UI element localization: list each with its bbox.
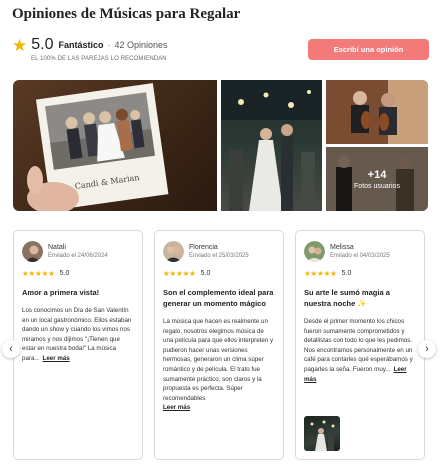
review-author: Florencia: [189, 243, 218, 251]
gallery-photo-polaroid[interactable]: Candi & Marian: [13, 80, 217, 211]
chevron-right-icon: ›: [425, 343, 429, 355]
review-card[interactable]: Natali Enviado el 24/06/2024 ★★★★★ 5.0 A…: [13, 230, 143, 460]
rating-stars-icon: ★★★★★: [22, 269, 55, 278]
avatar: [22, 240, 43, 262]
review-card[interactable]: Melissa Enviado el 04/03/2025 ★★★★★ 5.0 …: [295, 230, 425, 460]
separator-dot: ·: [107, 40, 111, 50]
rating-summary: ★ 5.0 Fantástico · 42 Opiniones: [12, 36, 168, 54]
gallery-more-photos[interactable]: +14 Fotos usuarios: [326, 147, 428, 211]
rating-stars-icon: ★★★★★: [304, 269, 337, 278]
photo-gallery: Candi & Marian +14 Fotos usuarios: [13, 80, 428, 211]
recommend-text: EL 100% DE LAS PAREJAS LO RECOMIENDAN: [31, 56, 167, 62]
review-title: Su arte le sumó magia a nuestra noche ✨: [304, 288, 390, 308]
review-card[interactable]: Florencia Enviado el 25/03/2025 ★★★★★ 5.…: [154, 230, 284, 460]
review-photo-thumbnail[interactable]: [304, 416, 340, 451]
carousel-next-button[interactable]: ›: [418, 340, 436, 358]
carousel-prev-button[interactable]: ‹: [2, 340, 20, 358]
review-count: 42 Opiniones: [114, 40, 168, 50]
gallery-photo-musicians[interactable]: [326, 80, 428, 144]
review-author: Natali: [48, 243, 66, 251]
polaroid-photo-icon: Candi & Marian: [27, 83, 169, 211]
more-photos-overlay: +14 Fotos usuarios: [326, 147, 428, 211]
rating-stars-icon: ★★★★★: [163, 269, 196, 278]
read-more-link[interactable]: Leer más: [163, 404, 190, 411]
gallery-photo-ceremony[interactable]: [221, 80, 322, 211]
musicians-photo-icon: [326, 80, 428, 144]
review-body: Los conocimos un Día de San Valentín en …: [22, 306, 134, 364]
review-title: Amor a primera vista!: [22, 288, 100, 297]
review-date: Enviado el 25/03/2025: [189, 252, 249, 259]
star-icon: ★: [12, 35, 28, 55]
avatar: [163, 240, 184, 262]
review-body: Desde el primer momento los chicos fuero…: [304, 317, 416, 384]
review-text: Desde el primer momento los chicos fuero…: [304, 318, 413, 373]
rating-verdict: Fantástico: [58, 40, 104, 50]
review-score: 5.0: [341, 270, 352, 277]
review-text: La música que hacen es realmente un rega…: [163, 318, 274, 402]
chevron-left-icon: ‹: [9, 343, 13, 355]
review-date: Enviado el 04/03/2025: [330, 252, 390, 259]
review-text: Los conocimos un Día de San Valentín en …: [22, 307, 132, 362]
review-body: La música que hacen es realmente un rega…: [163, 317, 275, 413]
more-photos-label: Fotos usuarios: [354, 182, 400, 190]
reviews-carousel: Natali Enviado el 24/06/2024 ★★★★★ 5.0 A…: [13, 230, 428, 462]
review-photo-icon: [310, 420, 335, 451]
more-photos-count: +14: [367, 168, 387, 181]
page-title: Opiniones de Músicas para Regalar: [12, 6, 241, 22]
read-more-link[interactable]: Leer más: [43, 355, 70, 362]
review-title: Son el complemento ideal para generar un…: [163, 288, 274, 308]
write-review-button[interactable]: Escribí una opinión: [308, 39, 429, 60]
review-score: 5.0: [200, 270, 211, 277]
avatar: [304, 240, 325, 262]
review-score: 5.0: [59, 270, 70, 277]
review-date: Enviado el 24/06/2024: [48, 252, 108, 259]
average-score: 5.0: [31, 36, 54, 53]
ceremony-photo-icon: [221, 80, 322, 211]
review-author: Melissa: [330, 243, 354, 251]
